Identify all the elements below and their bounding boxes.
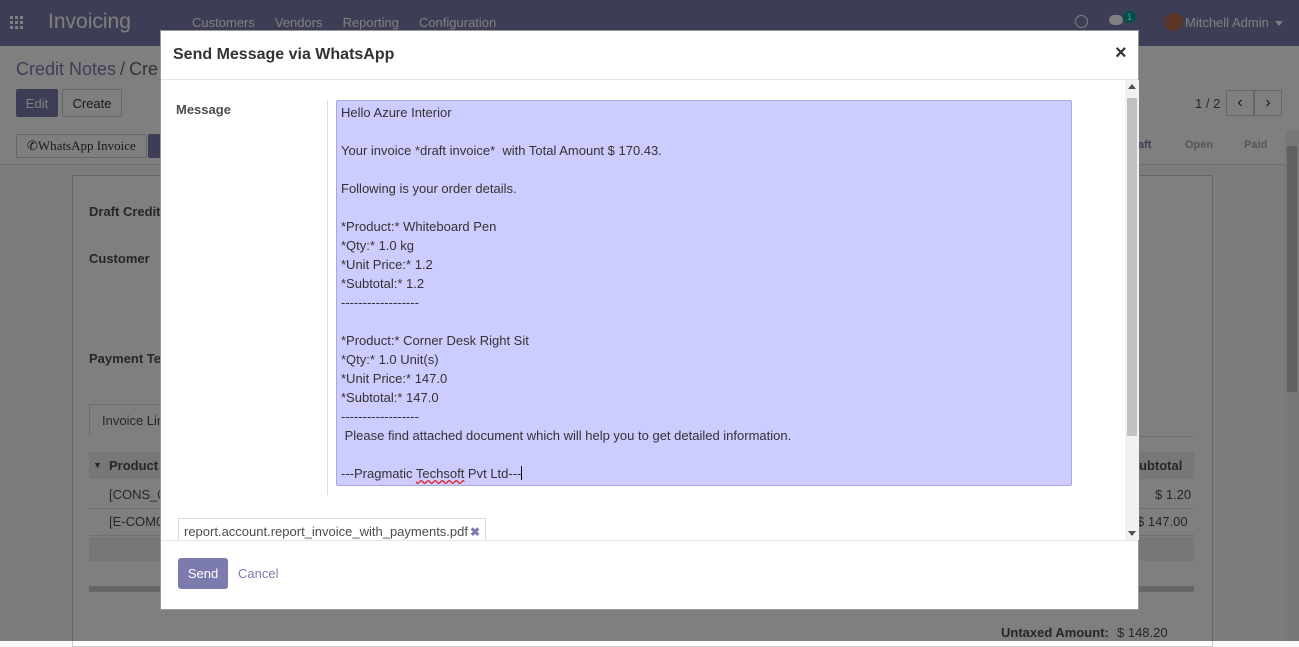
send-button[interactable]: Send <box>178 558 228 589</box>
message-line: *Product:* Whiteboard Pen <box>341 219 497 234</box>
message-line: ------------------ <box>341 295 419 310</box>
message-textarea[interactable]: Hello Azure Interior Your invoice *draft … <box>336 100 1072 486</box>
dialog-body: Message Hello Azure Interior Your invoice… <box>161 80 1138 540</box>
message-line: *Qty:* 1.0 Unit(s) <box>341 352 439 367</box>
text-cursor <box>521 466 523 480</box>
message-line: Please find attached document which will… <box>341 428 792 443</box>
message-line: *Product:* Corner Desk Right Sit <box>341 333 529 348</box>
scroll-up-arrow-icon[interactable] <box>1128 84 1136 89</box>
message-line: *Subtotal:* 147.0 <box>341 390 439 405</box>
signature-suffix: Pvt Ltd--- <box>464 466 522 481</box>
message-label: Message <box>176 102 231 117</box>
message-line: *Unit Price:* 1.2 <box>341 257 433 272</box>
signature-misspelled-word: Techsoft <box>415 466 465 481</box>
attachment-filename[interactable]: report.account.report_invoice_with_payme… <box>184 524 468 539</box>
whatsapp-dialog: Send Message via WhatsApp × Message Hell… <box>160 30 1139 610</box>
message-line: *Qty:* 1.0 kg <box>341 238 414 253</box>
message-line: Following is your order details. <box>341 181 517 196</box>
dialog-scrollbar[interactable] <box>1125 80 1139 540</box>
message-signature-line: ---Pragmatic Techsoft Pvt Ltd--- <box>341 464 523 483</box>
cancel-button[interactable]: Cancel <box>238 566 278 581</box>
attachment-chip: report.account.report_invoice_with_payme… <box>178 518 487 540</box>
message-line: *Subtotal:* 1.2 <box>341 276 425 291</box>
message-line: *Unit Price:* 147.0 <box>341 371 448 386</box>
message-line: ------------------ <box>341 409 419 424</box>
signature-prefix: ---Pragmatic <box>341 466 416 481</box>
dialog-footer: Send Cancel <box>161 540 1138 610</box>
remove-attachment-icon[interactable]: ✖ <box>470 525 480 539</box>
dialog-title: Send Message via WhatsApp <box>173 46 395 63</box>
field-divider <box>327 100 328 495</box>
message-line: Your invoice *draft invoice* with Total … <box>341 143 662 158</box>
message-line: Hello Azure Interior <box>341 105 452 120</box>
dialog-header: Send Message via WhatsApp × <box>161 31 1138 80</box>
scroll-down-arrow-icon[interactable] <box>1128 531 1136 536</box>
close-icon[interactable]: × <box>1115 42 1127 65</box>
dialog-scrollbar-thumb[interactable] <box>1127 98 1137 436</box>
